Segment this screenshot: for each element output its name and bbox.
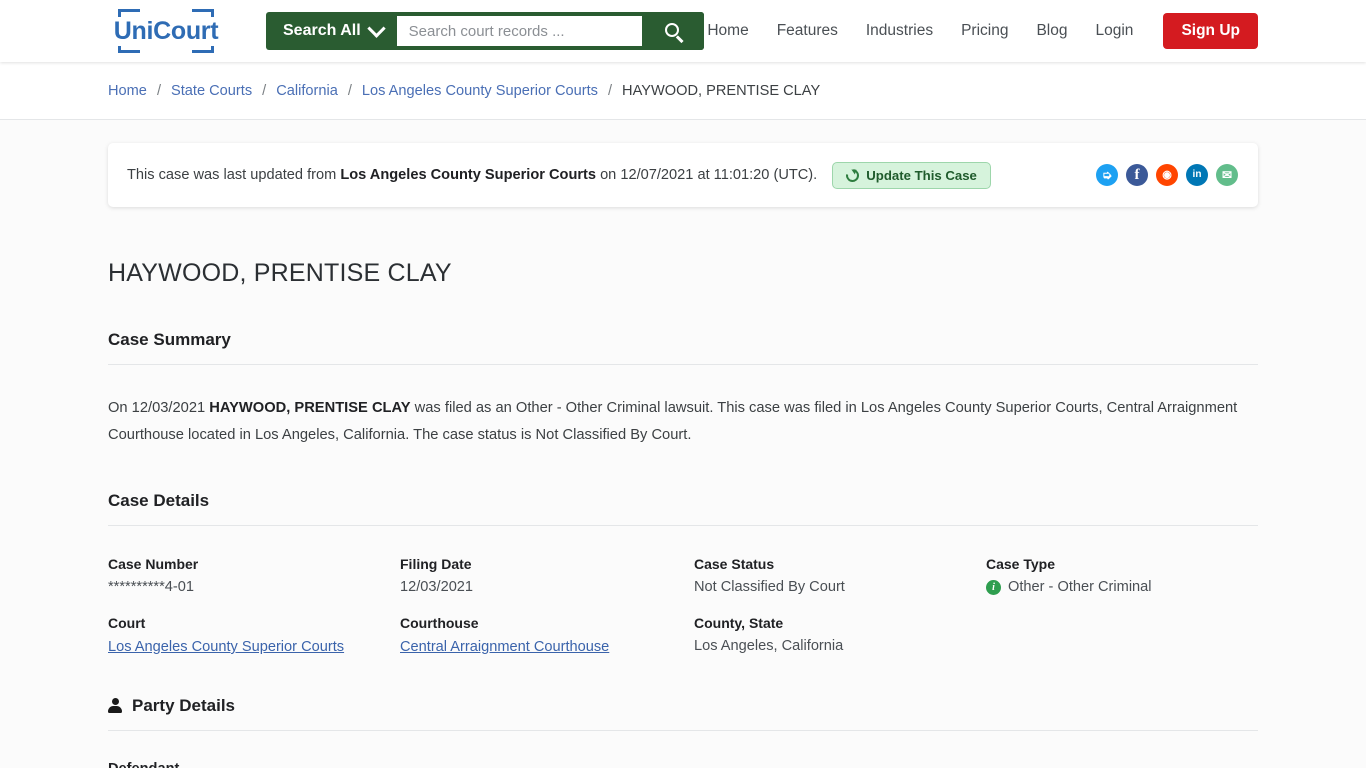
last-updated-text: This case was last updated from Los Ange… bbox=[127, 167, 817, 183]
update-this-case-button[interactable]: Update This Case bbox=[832, 161, 991, 189]
case-summary-heading: Case Summary bbox=[108, 330, 1258, 365]
breadcrumb-bar: Home / State Courts / California / Los A… bbox=[0, 62, 1366, 120]
notice-prefix: This case was last updated from bbox=[127, 167, 341, 183]
breadcrumb-item-california[interactable]: California bbox=[276, 83, 338, 99]
detail-case-type: Case Type i Other - Other Criminal bbox=[986, 556, 1258, 595]
social-share-group: ➭ f ◉ in ✉ bbox=[1096, 164, 1238, 186]
detail-case-number: Case Number **********4-01 bbox=[108, 556, 400, 595]
logo-text-court: Court bbox=[153, 16, 219, 45]
nav-item-home[interactable]: Home bbox=[707, 22, 748, 40]
nav-item-industries[interactable]: Industries bbox=[866, 22, 933, 40]
logo-text: UniCourt bbox=[111, 16, 221, 46]
party-details-heading-label: Party Details bbox=[132, 696, 235, 715]
nav-item-pricing[interactable]: Pricing bbox=[961, 22, 1008, 40]
search-scope-dropdown[interactable]: Search All bbox=[266, 12, 397, 50]
search-input[interactable] bbox=[396, 16, 642, 46]
breadcrumb-separator: / bbox=[156, 82, 161, 99]
party-details-heading: Party Details bbox=[108, 696, 1258, 731]
reddit-icon[interactable]: ◉ bbox=[1156, 164, 1178, 186]
notice-suffix: on 12/07/2021 at 11:01:20 (UTC). bbox=[596, 167, 818, 183]
breadcrumb-item-state-courts[interactable]: State Courts bbox=[171, 83, 252, 99]
detail-value-county-state: Los Angeles, California bbox=[694, 638, 844, 654]
email-icon[interactable]: ✉ bbox=[1216, 164, 1238, 186]
breadcrumb-item-court[interactable]: Los Angeles County Superior Courts bbox=[362, 83, 598, 99]
detail-label-court: Court bbox=[108, 615, 146, 631]
breadcrumb-item-home[interactable]: Home bbox=[108, 83, 147, 99]
detail-value-case-type-row: i Other - Other Criminal bbox=[986, 579, 1258, 595]
case-details-heading: Case Details bbox=[108, 491, 1258, 526]
last-updated-notice: This case was last updated from Los Ange… bbox=[108, 143, 1258, 207]
party-role-label: Defendant bbox=[108, 761, 1258, 768]
main-navigation: Home Features Industries Pricing Blog Lo… bbox=[707, 13, 1258, 49]
detail-case-status: Case Status Not Classified By Court bbox=[694, 556, 986, 595]
detail-label-case-number: Case Number bbox=[108, 556, 199, 572]
detail-empty-cell bbox=[986, 615, 1258, 656]
content-container: This case was last updated from Los Ange… bbox=[108, 143, 1258, 768]
detail-label-case-type: Case Type bbox=[986, 556, 1055, 572]
person-icon bbox=[108, 698, 122, 714]
case-summary-text: On 12/03/2021 HAYWOOD, PRENTISE CLAY was… bbox=[108, 395, 1248, 449]
breadcrumb-item-current: HAYWOOD, PRENTISE CLAY bbox=[622, 82, 821, 99]
detail-value-case-status: Not Classified By Court bbox=[694, 579, 845, 595]
notice-source: Los Angeles County Superior Courts bbox=[340, 167, 597, 183]
detail-court: Court Los Angeles County Superior Courts bbox=[108, 615, 400, 656]
refresh-icon bbox=[843, 165, 862, 185]
detail-value-filing-date: 12/03/2021 bbox=[400, 579, 474, 595]
breadcrumb-separator: / bbox=[262, 82, 267, 99]
detail-label-county-state: County, State bbox=[694, 615, 784, 631]
sign-up-button[interactable]: Sign Up bbox=[1163, 13, 1258, 49]
detail-value-court-link[interactable]: Los Angeles County Superior Courts bbox=[108, 639, 344, 655]
detail-courthouse: Courthouse Central Arraignment Courthous… bbox=[400, 615, 694, 656]
nav-item-login[interactable]: Login bbox=[1096, 22, 1134, 40]
nav-item-features[interactable]: Features bbox=[777, 22, 838, 40]
facebook-icon[interactable]: f bbox=[1126, 164, 1148, 186]
site-header: UniCourt Search All Home Features Indust… bbox=[0, 0, 1366, 62]
case-details-heading-label: Case Details bbox=[108, 491, 210, 510]
breadcrumb-separator: / bbox=[607, 82, 613, 99]
case-details-grid: Case Number **********4-01 Filing Date 1… bbox=[108, 556, 1258, 656]
case-summary-heading-label: Case Summary bbox=[108, 330, 231, 349]
twitter-icon[interactable]: ➭ bbox=[1096, 164, 1118, 186]
search-scope-label: Search All bbox=[283, 22, 361, 39]
detail-label-case-status: Case Status bbox=[694, 556, 775, 572]
logo-text-uni: Uni bbox=[113, 16, 154, 45]
detail-value-courthouse-link[interactable]: Central Arraignment Courthouse bbox=[400, 639, 609, 655]
detail-filing-date: Filing Date 12/03/2021 bbox=[400, 556, 694, 595]
unicourt-logo[interactable]: UniCourt bbox=[111, 9, 221, 53]
chevron-down-icon bbox=[366, 18, 386, 38]
nav-item-blog[interactable]: Blog bbox=[1036, 22, 1067, 40]
detail-county-state: County, State Los Angeles, California bbox=[694, 615, 986, 656]
search-bar: Search All bbox=[266, 12, 704, 50]
search-icon bbox=[664, 22, 684, 43]
detail-label-filing-date: Filing Date bbox=[400, 556, 472, 572]
summary-case-name: HAYWOOD, PRENTISE CLAY bbox=[209, 400, 411, 416]
linkedin-icon[interactable]: in bbox=[1186, 164, 1208, 186]
detail-value-case-number: **********4-01 bbox=[108, 579, 195, 595]
summary-part-1: On 12/03/2021 bbox=[108, 400, 210, 416]
search-submit-button[interactable] bbox=[642, 12, 704, 50]
page-content: This case was last updated from Los Ange… bbox=[0, 120, 1366, 768]
detail-value-case-type: Other - Other Criminal bbox=[1008, 579, 1152, 595]
detail-label-courthouse: Courthouse bbox=[400, 615, 479, 631]
breadcrumb: Home / State Courts / California / Los A… bbox=[108, 83, 820, 99]
breadcrumb-separator: / bbox=[347, 82, 352, 99]
page-title: HAYWOOD, PRENTISE CLAY bbox=[108, 259, 452, 287]
info-icon[interactable]: i bbox=[986, 579, 1001, 595]
update-this-case-label: Update This Case bbox=[866, 167, 977, 183]
